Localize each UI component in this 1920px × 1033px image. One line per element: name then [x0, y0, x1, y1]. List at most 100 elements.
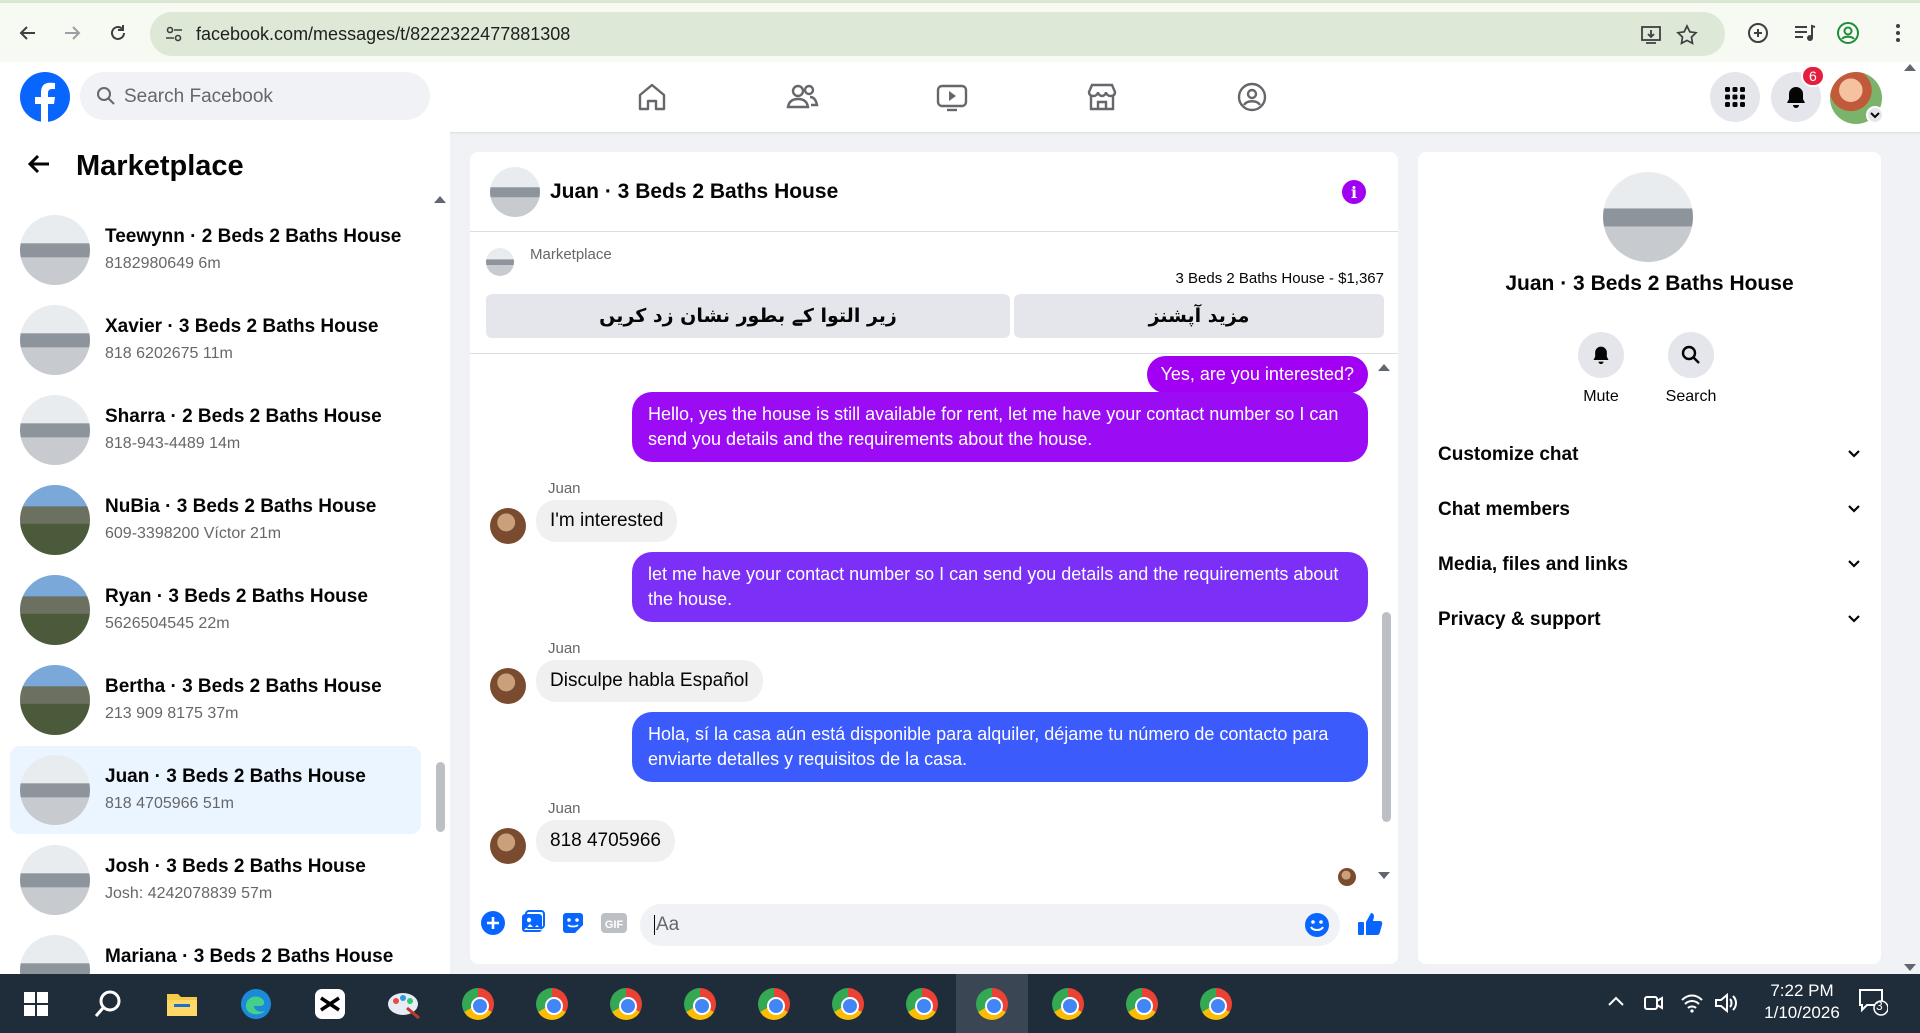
notification-center-icon[interactable]: 3	[1858, 986, 1889, 1021]
photo-icon[interactable]	[520, 910, 548, 938]
meet-now-icon[interactable]	[1642, 992, 1664, 1019]
mute-button[interactable]: Mute	[1561, 332, 1641, 406]
chat-title[interactable]: Juan · 3 Beds 2 Baths House	[550, 180, 838, 204]
address-bar[interactable]: facebook.com/messages/t/8222322477881308	[150, 12, 1725, 56]
capcut-icon[interactable]	[310, 984, 350, 1024]
forward-arrow-icon[interactable]	[58, 19, 86, 47]
chrome-profile-icon[interactable]	[902, 984, 942, 1024]
mute-label: Mute	[1583, 388, 1619, 405]
message-bubble-in[interactable]: 818 4705966	[536, 820, 675, 862]
site-settings-icon[interactable]	[164, 24, 184, 49]
chrome-profile-icon[interactable]	[1122, 984, 1162, 1024]
facebook-search-box[interactable]: Search Facebook	[80, 72, 430, 120]
sender-avatar[interactable]	[490, 508, 526, 544]
extension-icon[interactable]	[1746, 21, 1770, 45]
media-controls-icon[interactable]	[1792, 21, 1816, 45]
conversation-name: Teewynn · 2 Beds 2 Baths House	[105, 226, 402, 247]
install-app-icon[interactable]	[1640, 24, 1662, 46]
sidebar-scrollbar[interactable]	[436, 762, 445, 832]
message-bubble-out[interactable]: Hello, yes the house is still available …	[632, 392, 1368, 462]
details-avatar[interactable]	[1603, 172, 1693, 262]
home-icon[interactable]	[634, 79, 670, 115]
back-arrow-icon[interactable]	[14, 19, 42, 47]
account-menu-chevron-icon[interactable]	[1866, 106, 1884, 124]
chat-members-row[interactable]: Chat members	[1438, 489, 1863, 529]
gif-icon[interactable]: GIF	[600, 910, 628, 938]
friends-icon[interactable]	[784, 79, 820, 115]
message-bubble-in[interactable]: Disculpe habla Español	[536, 660, 763, 702]
chrome-profile-icon[interactable]	[1196, 984, 1236, 1024]
reload-icon[interactable]	[104, 19, 132, 47]
scroll-down-arrow-icon[interactable]	[1378, 872, 1390, 879]
file-explorer-icon[interactable]	[162, 984, 202, 1024]
conversation-item[interactable]: Ryan · 3 Beds 2 Baths House 5626504545 22…	[10, 566, 421, 654]
conversation-item[interactable]: Teewynn · 2 Beds 2 Baths House 8182980649…	[10, 206, 421, 294]
conversation-preview: 609-3398200 Víctor 21m	[105, 525, 282, 542]
conversation-item[interactable]: Mariana · 3 Beds 2 Baths HouseMariana: (…	[10, 926, 421, 974]
conversation-item[interactable]: Bertha · 3 Beds 2 Baths House 213 909 817…	[10, 656, 421, 744]
scroll-up-arrow-icon[interactable]	[434, 196, 446, 203]
chrome-profile-icon[interactable]	[828, 984, 868, 1024]
message-bubble-out[interactable]: Hola, sí la casa aún está disponible par…	[632, 712, 1368, 782]
emoji-icon[interactable]	[1304, 912, 1330, 943]
edge-browser-icon[interactable]	[236, 984, 276, 1024]
chrome-profile-icon[interactable]	[1048, 984, 1088, 1024]
wifi-icon[interactable]	[1680, 992, 1704, 1019]
sender-avatar[interactable]	[490, 828, 526, 864]
search-conversation-button[interactable]: Search	[1651, 332, 1731, 406]
conversation-preview: Josh: 4242078839 57m	[105, 885, 273, 902]
sender-avatar[interactable]	[490, 668, 526, 704]
message-input[interactable]: Aa	[640, 904, 1340, 946]
marketplace-icon[interactable]	[1084, 79, 1120, 115]
chrome-profile-icon-active[interactable]	[972, 984, 1012, 1024]
back-arrow-icon[interactable]	[26, 151, 52, 182]
scroll-up-arrow-icon[interactable]	[1378, 364, 1390, 371]
page-scroll-down-arrow-icon[interactable]	[1904, 964, 1916, 971]
volume-icon[interactable]	[1714, 992, 1738, 1019]
sender-name: Juan	[548, 800, 581, 817]
info-icon[interactable]: i	[1342, 180, 1366, 204]
menu-kebab-icon[interactable]	[1886, 21, 1910, 45]
sender-name: Juan	[548, 480, 581, 497]
customize-chat-row[interactable]: Customize chat	[1438, 434, 1863, 474]
chat-scrollbar[interactable]	[1382, 612, 1391, 822]
sticker-icon[interactable]	[560, 910, 588, 938]
chrome-profile-icon[interactable]	[680, 984, 720, 1024]
listing-title[interactable]: 3 Beds 2 Baths House - $1,367	[1176, 270, 1384, 287]
plus-icon[interactable]	[480, 910, 508, 938]
listing-thumbnail[interactable]	[486, 248, 514, 276]
message-bubble-out[interactable]: let me have your contact number so I can…	[632, 552, 1368, 622]
search-icon[interactable]	[88, 984, 128, 1024]
video-icon[interactable]	[934, 79, 970, 115]
conversation-item[interactable]: Juan · 3 Beds 2 Baths House 818 4705966 5…	[10, 746, 421, 834]
chrome-profile-icon[interactable]	[532, 984, 572, 1024]
profile-icon[interactable]	[1836, 21, 1860, 45]
conversation-item[interactable]: NuBia · 3 Beds 2 Baths House 609-3398200 …	[10, 476, 421, 564]
page-scroll-up-arrow-icon[interactable]	[1904, 64, 1916, 71]
chrome-icon[interactable]	[458, 984, 498, 1024]
chrome-profile-icon[interactable]	[606, 984, 646, 1024]
bookmark-star-icon[interactable]	[1676, 24, 1698, 46]
conversation-item[interactable]: Josh · 3 Beds 2 Baths House Josh: 4242078…	[10, 836, 421, 924]
clock[interactable]: 7:22 PM 1/10/2026	[1752, 980, 1852, 1024]
message-bubble-out[interactable]: Yes, are you interested?	[1146, 356, 1368, 393]
conversation-name: Mariana · 3 Beds 2 Baths House	[105, 946, 394, 967]
windows-start-icon[interactable]	[16, 984, 56, 1024]
conversation-item[interactable]: Sharra · 2 Beds 2 Baths House 818-943-448…	[10, 386, 421, 474]
conversation-item[interactable]: Xavier · 3 Beds 2 Baths House 818 6202675…	[10, 296, 421, 384]
bell-icon	[1578, 332, 1624, 378]
chat-avatar[interactable]	[490, 167, 540, 217]
clock-time: 7:22 PM	[1770, 981, 1834, 1000]
privacy-support-row[interactable]: Privacy & support	[1438, 599, 1863, 639]
show-hidden-icons-chevron-icon[interactable]	[1606, 992, 1626, 1017]
chrome-profile-icon[interactable]	[754, 984, 794, 1024]
paint-app-icon[interactable]	[384, 984, 424, 1024]
media-files-links-row[interactable]: Media, files and links	[1438, 544, 1863, 584]
message-bubble-in[interactable]: I'm interested	[536, 500, 678, 542]
thumbs-up-icon[interactable]	[1356, 910, 1384, 938]
menu-grid-button[interactable]	[1710, 72, 1760, 122]
facebook-logo-icon[interactable]	[20, 72, 70, 122]
gaming-icon[interactable]	[1234, 79, 1270, 115]
more-options-button[interactable]: مزید آپشنز	[1014, 294, 1384, 338]
mark-pending-button[interactable]: زیر التوا کے بطور نشان زد کریں	[486, 294, 1010, 338]
